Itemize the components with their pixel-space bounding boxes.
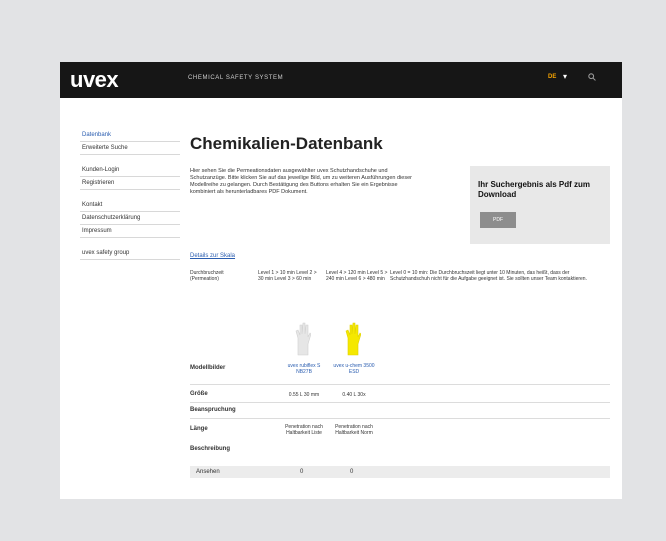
product-length-1: Penetration nach Haltbarkeit Liste bbox=[285, 424, 323, 436]
page-title: Chemikalien-Datenbank bbox=[190, 134, 383, 153]
search-icon[interactable] bbox=[588, 73, 596, 83]
sidebar-item-datenschutz[interactable]: Datenschutzerklärung bbox=[80, 212, 180, 225]
sidebar-item-uvex-safety-group[interactable]: uvex safety group bbox=[80, 247, 180, 260]
site-title: CHEMICAL SAFETY SYSTEM bbox=[188, 75, 284, 81]
row-divider bbox=[190, 384, 610, 385]
uvex-logo[interactable]: uvex bbox=[70, 67, 119, 93]
row-label-material: Beanspruchung bbox=[190, 407, 236, 413]
pdf-download-button[interactable]: PDF bbox=[480, 212, 516, 228]
sidebar-item-impressum[interactable]: Impressum bbox=[80, 225, 180, 238]
row-divider bbox=[190, 418, 610, 419]
table-footer-row: Ansehen 0 0 bbox=[190, 466, 610, 478]
sidebar-item-registrieren[interactable]: Registrieren bbox=[80, 177, 180, 190]
product-name-1[interactable]: uvex rubiflex S NB27B bbox=[280, 363, 328, 375]
product-footer-2: 0 bbox=[350, 469, 354, 475]
pdf-download-box: Ihr Suchergebnis als Pdf zum Download PD… bbox=[470, 166, 610, 244]
sidebar-item-datenbank[interactable]: Datenbank bbox=[80, 129, 180, 142]
row-label-size: Größe bbox=[190, 391, 208, 397]
main-content: Chemikalien-Datenbank Hier sehen Sie die… bbox=[190, 134, 610, 282]
legend-details-link[interactable]: Details zur Skala bbox=[190, 253, 235, 259]
intro-text: Hier sehen Sie die Permeationsdaten ausg… bbox=[190, 168, 412, 195]
sidebar-item-kunden-login[interactable]: Kunden-Login bbox=[80, 164, 180, 177]
sidebar-item-erweiterte-suche[interactable]: Erweiterte Suche bbox=[80, 142, 180, 155]
site-header: uvex CHEMICAL SAFETY SYSTEM DE ▾ bbox=[60, 62, 622, 98]
legend-levels-low: Level 1 > 10 min Level 2 > 30 min Level … bbox=[258, 270, 317, 282]
sidebar-nav: Datenbank Erweiterte Suche Kunden-Login … bbox=[80, 129, 180, 260]
language-selector[interactable]: DE bbox=[548, 74, 556, 80]
sidebar-item-kontakt[interactable]: Kontakt bbox=[80, 199, 180, 212]
row-label-model: Modellbilder bbox=[190, 365, 226, 371]
pdf-download-text: Ihr Suchergebnis als Pdf zum Download bbox=[478, 180, 591, 199]
chevron-down-icon[interactable]: ▾ bbox=[563, 72, 567, 81]
row-label-footer: Ansehen bbox=[196, 469, 220, 475]
legend-label: Durchbruchzeit (Permeation) bbox=[190, 270, 224, 282]
glove-image-2[interactable] bbox=[345, 322, 361, 356]
row-divider bbox=[190, 402, 610, 403]
row-label-description: Beschreibung bbox=[190, 446, 231, 452]
product-size-1: 0.55 L 30 mm bbox=[288, 392, 320, 398]
product-length-2: Penetration nach Haltbarkeit Norm bbox=[335, 424, 373, 436]
product-footer-1: 0 bbox=[300, 469, 304, 475]
product-size-2: 0.40 L 30x bbox=[342, 392, 366, 398]
row-label-length: Länge bbox=[190, 426, 208, 432]
product-name-2[interactable]: uvex u-chem 3500 ESD bbox=[330, 363, 378, 375]
glove-image-1[interactable] bbox=[295, 322, 311, 356]
legend-levels-high: Level 4 > 120 min Level 5 > 240 min Leve… bbox=[326, 270, 388, 282]
legend-note: Level 0 = 10 min: Die Durchbruchszeit li… bbox=[390, 270, 587, 282]
